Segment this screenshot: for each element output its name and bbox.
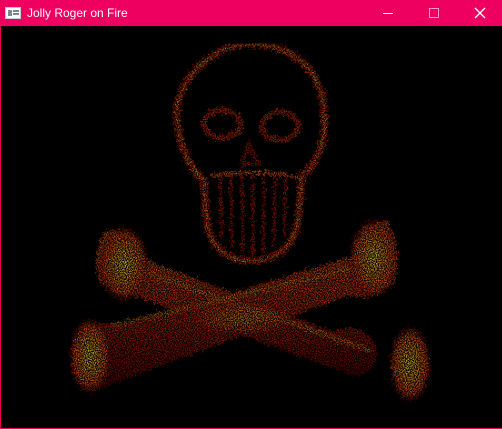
jolly-roger-fire-image bbox=[68, 39, 432, 404]
window-title: Jolly Roger on Fire bbox=[27, 6, 128, 20]
maximize-button[interactable] bbox=[411, 0, 457, 26]
close-icon bbox=[474, 7, 486, 19]
minimize-icon bbox=[383, 13, 393, 14]
app-window: Jolly Roger on Fire bbox=[0, 0, 502, 429]
close-button[interactable] bbox=[457, 0, 502, 26]
title-bar[interactable]: Jolly Roger on Fire bbox=[1, 0, 502, 26]
minimize-button[interactable] bbox=[365, 0, 411, 26]
fire-canvas[interactable] bbox=[2, 26, 502, 428]
maximize-icon bbox=[429, 8, 439, 18]
window-controls bbox=[365, 0, 502, 26]
app-window-icon[interactable] bbox=[5, 7, 21, 19]
